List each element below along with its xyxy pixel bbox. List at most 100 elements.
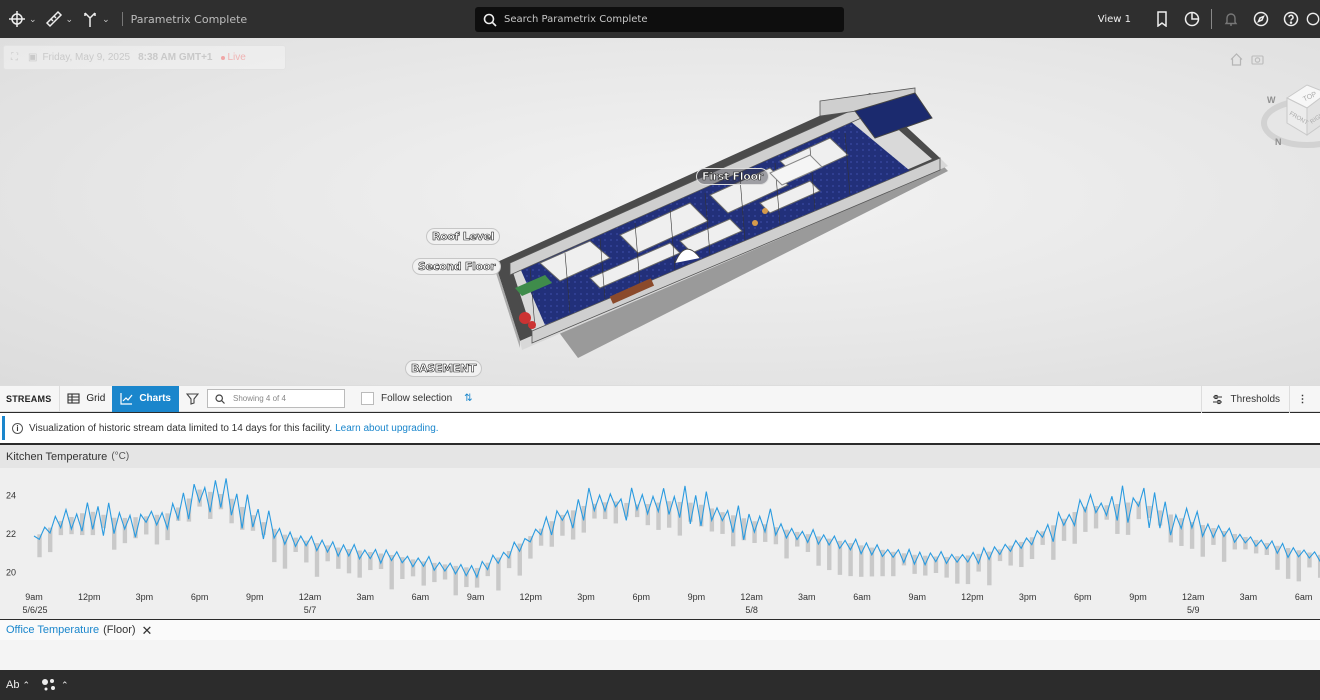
range-bar [112,517,117,550]
chevron-up-icon: ⌃ [22,679,31,690]
live-label: Live [227,52,246,63]
account-button[interactable] [1306,0,1320,38]
branch-tool-button[interactable]: ⌄ [81,0,110,38]
selected-stream-name[interactable]: Office Temperature [6,624,99,636]
y-tick-label: 22 [6,529,16,539]
global-search[interactable] [475,7,844,32]
chart-area[interactable]: 24 22 20 9am 5/6/25 12pm 3pm 6pm 9pm 12am 5/7 3am 6a… [0,468,1320,619]
stream-search-input[interactable] [233,394,343,403]
x-tick-date-label: 5/6/25 [22,605,47,615]
follow-selection-toggle[interactable]: Follow selection [361,392,452,405]
x-tick-label: 6pm [1074,592,1092,602]
timeline-bar: ⛶ ▣ Friday, May 9, 2025 8:38 AM GMT+1 Li… [3,45,286,70]
help-button[interactable] [1276,0,1306,38]
banner-accent [2,416,5,440]
measure-tool-button[interactable]: ⌄ [45,0,73,38]
more-options-button[interactable]: ⋮ [1289,386,1315,413]
expand-icon[interactable]: ⛶ [11,52,18,63]
tab-charts-label: Charts [139,393,171,404]
compass-icon [1253,11,1269,27]
x-tick-label: 3am [1240,592,1258,602]
x-tick-label: 6pm [632,592,650,602]
chart-title: Kitchen Temperature [6,450,108,463]
level-label-basement[interactable]: BASEMENT [405,360,483,377]
timeline-date[interactable]: Friday, May 9, 2025 [42,52,130,63]
selected-stream-level: (Floor) [103,624,136,636]
live-indicator[interactable]: Live [221,52,246,63]
x-tick-date-label: 5/7 [304,605,317,615]
x-tick-label: 9pm [1129,592,1147,602]
x-tick-label: 12am [740,592,763,602]
notifications-button[interactable] [1216,0,1246,38]
range-bar [410,559,416,577]
chart-unit: (°C) [111,451,130,462]
dashboard-button[interactable] [1177,0,1207,38]
toolbar-divider [121,12,123,26]
top-bar-right: View 1 [1098,0,1320,38]
selected-stream-row: Office Temperature (Floor) ✕ [0,620,1320,640]
x-tick-label: 6am [1295,592,1313,602]
range-bar [720,512,725,534]
building-model[interactable] [470,63,970,358]
x-tick-date-label: 5/9 [1187,605,1200,615]
explore-button[interactable] [1246,0,1276,38]
x-tick-label: 3pm [136,592,154,602]
text-tool-button[interactable]: Ab ⌃ [6,679,30,691]
close-icon[interactable]: ✕ [142,624,153,637]
grid-icon [67,393,80,404]
kebab-icon: ⋮ [1297,394,1308,405]
streams-toolbar: STREAMS Grid Charts Follow selection ⇅ T… [0,385,1320,413]
upgrade-link[interactable]: Learn about upgrading. [335,423,438,434]
x-tick-label: 12pm [961,592,984,602]
streams-title: STREAMS [6,393,52,404]
viewcube-north-label: N [1275,137,1282,147]
x-tick-label: 9am [467,592,485,602]
sliders-icon [1212,394,1222,405]
x-tick-label: 3pm [1019,592,1037,602]
range-bar [1125,502,1131,535]
toolbar-divider [1211,9,1212,29]
search-icon [483,13,497,27]
range-bar [336,547,341,569]
live-dot-icon [221,55,226,60]
kitchen-temperature-chart[interactable]: 24 22 20 9am 5/6/25 12pm 3pm 6pm 9pm 12am 5/7 3am 6a… [0,468,1320,619]
text-tool-label: Ab [6,679,20,691]
navigate-tool-button[interactable]: ⌄ [8,0,37,38]
view-selector[interactable]: View 1 [1098,14,1131,25]
search-icon [215,393,225,404]
x-tick-label: 3pm [577,592,595,602]
viewcube-west-label: W [1267,95,1276,105]
level-label-first-floor[interactable]: First Floor [696,168,769,185]
filter-button[interactable] [179,392,205,405]
bookmark-button[interactable] [1147,0,1177,38]
x-tick-date-label: 5/8 [745,605,758,615]
tab-grid-label: Grid [86,393,106,404]
sort-icon[interactable]: ⇅ [464,393,472,404]
user-icon [1306,12,1320,26]
stream-search[interactable] [207,389,345,408]
range-bar [1307,552,1312,568]
viewcube[interactable]: TOP FRONT RIGHT W N [1255,63,1320,158]
chevron-up-icon: ⌃ [61,679,69,690]
timeline-time[interactable]: 8:38 AM GMT+1 [138,52,212,63]
tab-charts[interactable]: Charts [112,385,179,412]
range-bar [442,564,448,580]
thresholds-label: Thresholds [1230,394,1280,405]
calendar-icon[interactable]: ▣ [28,52,37,63]
tab-grid[interactable]: Grid [60,386,112,412]
model-viewport[interactable]: ⛶ ▣ Friday, May 9, 2025 8:38 AM GMT+1 Li… [0,38,1320,385]
bell-icon [1224,13,1238,26]
level-label-second-floor[interactable]: Second Floor [412,258,502,275]
home-view-icon[interactable] [1229,52,1244,67]
filter-icon [185,393,199,405]
level-label-roof[interactable]: Roof Level [426,228,501,245]
branch-icon [84,12,96,27]
follow-selection-checkbox[interactable] [361,392,374,405]
info-icon: i [12,422,23,434]
navigate-icon [9,11,25,27]
thresholds-button[interactable]: Thresholds [1200,386,1280,413]
search-input[interactable] [504,14,824,25]
range-bar [528,536,533,559]
x-tick-label: 3am [356,592,374,602]
model-tree-button[interactable]: ⌃ [40,677,69,693]
